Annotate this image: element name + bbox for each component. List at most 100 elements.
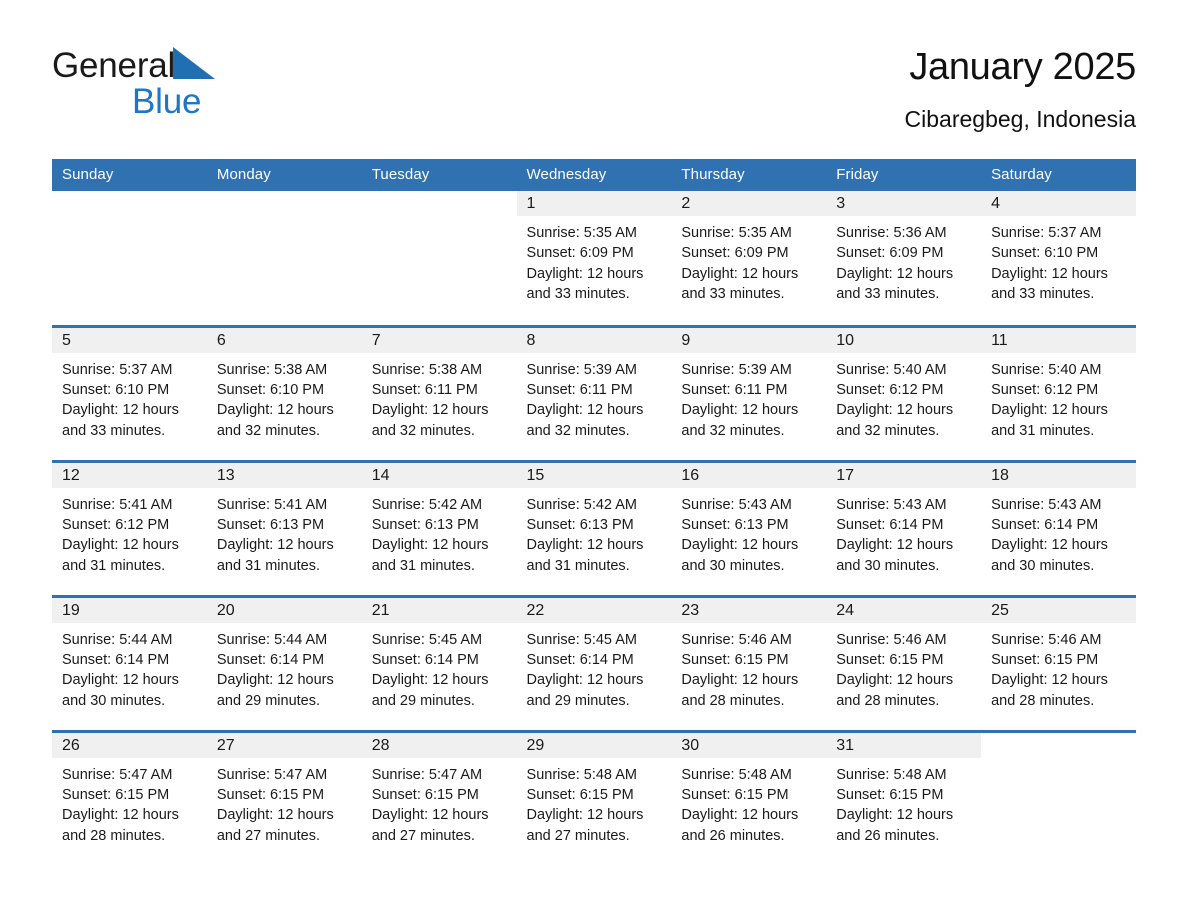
day-number: 6 <box>206 327 362 353</box>
calendar-day-cell[interactable]: 16 Sunrise: 5:43 AM Sunset: 6:13 PM Dayligh… <box>671 459 827 596</box>
calendar-day-cell[interactable]: 29 Sunrise: 5:48 AM Sunset: 6:15 PM Dayligh… <box>516 729 672 866</box>
day-details: Sunrise: 5:41 AM Sunset: 6:12 PM Daylight:… <box>52 488 207 577</box>
day-number <box>362 191 517 216</box>
calendar-day-cell[interactable]: 27 Sunrise: 5:47 AM Sunset: 6:15 PM Dayligh… <box>206 729 362 866</box>
page-title: January 2025 <box>909 46 1136 88</box>
sunset-text: Sunset: 6:14 PM <box>62 651 170 668</box>
day-details: Sunrise: 5:38 AM Sunset: 6:10 PM Daylight:… <box>207 353 362 442</box>
daylight-text: Daylight: 12 hours and 32 minutes. <box>371 402 489 439</box>
calendar-empty-cell <box>52 191 207 326</box>
sunrise-text: Sunrise: 5:43 AM <box>836 496 947 513</box>
calendar-week-row: 12 Sunrise: 5:41 AM Sunset: 6:12 PM Dayligh… <box>52 459 1136 596</box>
daylight-text: Daylight: 12 hours and 30 minutes. <box>681 537 799 574</box>
calendar-day-cell[interactable]: 11 Sunrise: 5:40 AM Sunset: 6:12 PM Dayligh… <box>981 324 1136 461</box>
daylight-text: Daylight: 12 hours and 30 minutes. <box>836 537 954 574</box>
calendar-day-cell[interactable]: 21 Sunrise: 5:45 AM Sunset: 6:14 PM Dayligh… <box>361 594 517 731</box>
calendar-day-cell[interactable]: 28 Sunrise: 5:47 AM Sunset: 6:15 PM Dayligh… <box>361 729 517 866</box>
sunset-text: Sunset: 6:10 PM <box>991 245 1099 262</box>
daylight-text: Daylight: 12 hours and 33 minutes. <box>526 265 644 303</box>
day-details: Sunrise: 5:40 AM Sunset: 6:12 PM Daylight:… <box>981 353 1136 442</box>
sunrise-text: Sunrise: 5:48 AM <box>526 766 637 783</box>
day-number: 2 <box>671 191 827 216</box>
day-details: Sunrise: 5:44 AM Sunset: 6:14 PM Daylight:… <box>52 623 207 712</box>
calendar-day-cell[interactable]: 13 Sunrise: 5:41 AM Sunset: 6:13 PM Dayligh… <box>206 459 362 596</box>
day-details: Sunrise: 5:37 AM Sunset: 6:10 PM Daylight:… <box>52 353 207 442</box>
day-number: 28 <box>361 732 517 758</box>
day-number: 5 <box>52 327 207 353</box>
calendar-day-cell[interactable]: 30 Sunrise: 5:48 AM Sunset: 6:15 PM Dayligh… <box>671 729 827 866</box>
day-details: Sunrise: 5:42 AM Sunset: 6:13 PM Daylight:… <box>517 488 672 577</box>
day-details: Sunrise: 5:40 AM Sunset: 6:12 PM Daylight:… <box>826 353 981 442</box>
day-number: 23 <box>671 597 827 623</box>
sunrise-text: Sunrise: 5:36 AM <box>836 225 947 241</box>
calendar-day-cell[interactable]: 6 Sunrise: 5:38 AM Sunset: 6:10 PM Daylight… <box>206 324 362 461</box>
logo-triangle-icon <box>173 47 216 79</box>
calendar-day-cell[interactable]: 31 Sunrise: 5:48 AM Sunset: 6:15 PM Dayligh… <box>826 729 982 866</box>
calendar-day-cell[interactable]: 1 Sunrise: 5:35 AM Sunset: 6:09 PM Daylight… <box>516 191 672 326</box>
title-block: January 2025 Cibaregbeg, Indonesia <box>904 44 1137 134</box>
day-number: 30 <box>671 732 827 758</box>
calendar-day-cell[interactable]: 10 Sunrise: 5:40 AM Sunset: 6:12 PM Dayligh… <box>826 324 982 461</box>
calendar-day-cell[interactable]: 24 Sunrise: 5:46 AM Sunset: 6:15 PM Dayligh… <box>826 594 982 731</box>
calendar-day-cell[interactable]: 23 Sunrise: 5:46 AM Sunset: 6:15 PM Dayligh… <box>671 594 827 731</box>
calendar-day-cell[interactable]: 20 Sunrise: 5:44 AM Sunset: 6:14 PM Dayligh… <box>206 594 362 731</box>
sunrise-text: Sunrise: 5:47 AM <box>371 766 483 783</box>
day-number: 31 <box>826 732 982 758</box>
calendar-header-row: Sunday Monday Tuesday Wednesday Thursday… <box>52 159 1136 191</box>
daylight-text: Daylight: 12 hours and 32 minutes. <box>836 402 954 439</box>
day-number: 18 <box>981 462 1136 488</box>
sunset-text: Sunset: 6:13 PM <box>526 516 634 533</box>
calendar-day-cell[interactable]: 3 Sunrise: 5:36 AM Sunset: 6:09 PM Daylight… <box>826 191 982 326</box>
day-details: Sunrise: 5:38 AM Sunset: 6:11 PM Daylight:… <box>362 353 517 442</box>
sunrise-text: Sunrise: 5:44 AM <box>216 631 328 648</box>
sunrise-text: Sunrise: 5:39 AM <box>681 361 792 378</box>
day-number: 26 <box>52 732 207 758</box>
daylight-text: Daylight: 12 hours and 32 minutes. <box>526 402 644 439</box>
sunset-text: Sunset: 6:13 PM <box>681 516 789 533</box>
day-details: Sunrise: 5:46 AM Sunset: 6:15 PM Daylight:… <box>981 623 1136 712</box>
sunrise-text: Sunrise: 5:35 AM <box>681 225 792 241</box>
calendar-day-cell[interactable]: 4 Sunrise: 5:37 AM Sunset: 6:10 PM Daylight… <box>981 191 1136 326</box>
day-details: Sunrise: 5:37 AM Sunset: 6:10 PM Daylight:… <box>981 216 1136 305</box>
day-details: Sunrise: 5:45 AM Sunset: 6:14 PM Daylight:… <box>362 623 517 712</box>
day-details: Sunrise: 5:35 AM Sunset: 6:09 PM Daylight:… <box>517 216 672 305</box>
calendar-day-cell[interactable]: 19 Sunrise: 5:44 AM Sunset: 6:14 PM Dayligh… <box>52 594 207 731</box>
calendar-day-cell[interactable]: 2 Sunrise: 5:35 AM Sunset: 6:09 PM Daylight… <box>671 191 827 326</box>
calendar-day-cell[interactable]: 7 Sunrise: 5:38 AM Sunset: 6:11 PM Daylight… <box>361 324 517 461</box>
calendar-day-cell[interactable]: 22 Sunrise: 5:45 AM Sunset: 6:14 PM Dayligh… <box>516 594 672 731</box>
sunrise-text: Sunrise: 5:46 AM <box>836 631 947 648</box>
calendar-day-cell[interactable]: 25 Sunrise: 5:46 AM Sunset: 6:15 PM Dayligh… <box>981 594 1136 731</box>
weekday-header-tuesday: Tuesday <box>361 159 517 191</box>
day-number: 21 <box>361 597 517 623</box>
calendar-day-cell[interactable]: 15 Sunrise: 5:42 AM Sunset: 6:13 PM Dayligh… <box>516 459 672 596</box>
daylight-text: Daylight: 12 hours and 28 minutes. <box>62 807 179 844</box>
calendar-day-cell[interactable]: 18 Sunrise: 5:43 AM Sunset: 6:14 PM Dayligh… <box>981 459 1136 596</box>
calendar-day-cell[interactable]: 9 Sunrise: 5:39 AM Sunset: 6:11 PM Daylight… <box>671 324 827 461</box>
daylight-text: Daylight: 12 hours and 31 minutes. <box>526 537 644 574</box>
day-details: Sunrise: 5:45 AM Sunset: 6:14 PM Daylight:… <box>517 623 672 712</box>
daylight-text: Daylight: 12 hours and 29 minutes. <box>216 672 334 709</box>
calendar-day-cell[interactable]: 12 Sunrise: 5:41 AM Sunset: 6:12 PM Dayligh… <box>52 459 207 596</box>
day-number: 13 <box>206 462 362 488</box>
calendar-day-cell[interactable]: 5 Sunrise: 5:37 AM Sunset: 6:10 PM Daylight… <box>52 324 207 461</box>
sunrise-text: Sunrise: 5:45 AM <box>371 631 483 648</box>
calendar-day-cell[interactable]: 14 Sunrise: 5:42 AM Sunset: 6:13 PM Dayligh… <box>361 459 517 596</box>
sunrise-text: Sunrise: 5:38 AM <box>371 361 483 378</box>
page-subtitle: Cibaregbeg, Indonesia <box>904 106 1136 132</box>
day-details: Sunrise: 5:46 AM Sunset: 6:15 PM Daylight:… <box>826 623 981 712</box>
sunrise-text: Sunrise: 5:37 AM <box>991 225 1102 241</box>
day-number: 3 <box>826 191 982 216</box>
calendar-day-cell[interactable]: 17 Sunrise: 5:43 AM Sunset: 6:14 PM Dayligh… <box>826 459 982 596</box>
sunset-text: Sunset: 6:15 PM <box>836 786 944 803</box>
daylight-text: Daylight: 12 hours and 33 minutes. <box>991 265 1108 303</box>
daylight-text: Daylight: 12 hours and 26 minutes. <box>836 807 954 844</box>
sunset-text: Sunset: 6:11 PM <box>681 381 788 398</box>
calendar-day-cell[interactable]: 8 Sunrise: 5:39 AM Sunset: 6:11 PM Daylight… <box>516 324 672 461</box>
daylight-text: Daylight: 12 hours and 28 minutes. <box>836 672 954 709</box>
calendar-day-cell[interactable]: 26 Sunrise: 5:47 AM Sunset: 6:15 PM Dayligh… <box>52 729 207 866</box>
daylight-text: Daylight: 12 hours and 27 minutes. <box>371 807 489 844</box>
sunset-text: Sunset: 6:11 PM <box>371 381 478 398</box>
day-number: 8 <box>516 327 672 353</box>
sunset-text: Sunset: 6:15 PM <box>836 651 944 668</box>
daylight-text: Daylight: 12 hours and 31 minutes. <box>216 537 334 574</box>
